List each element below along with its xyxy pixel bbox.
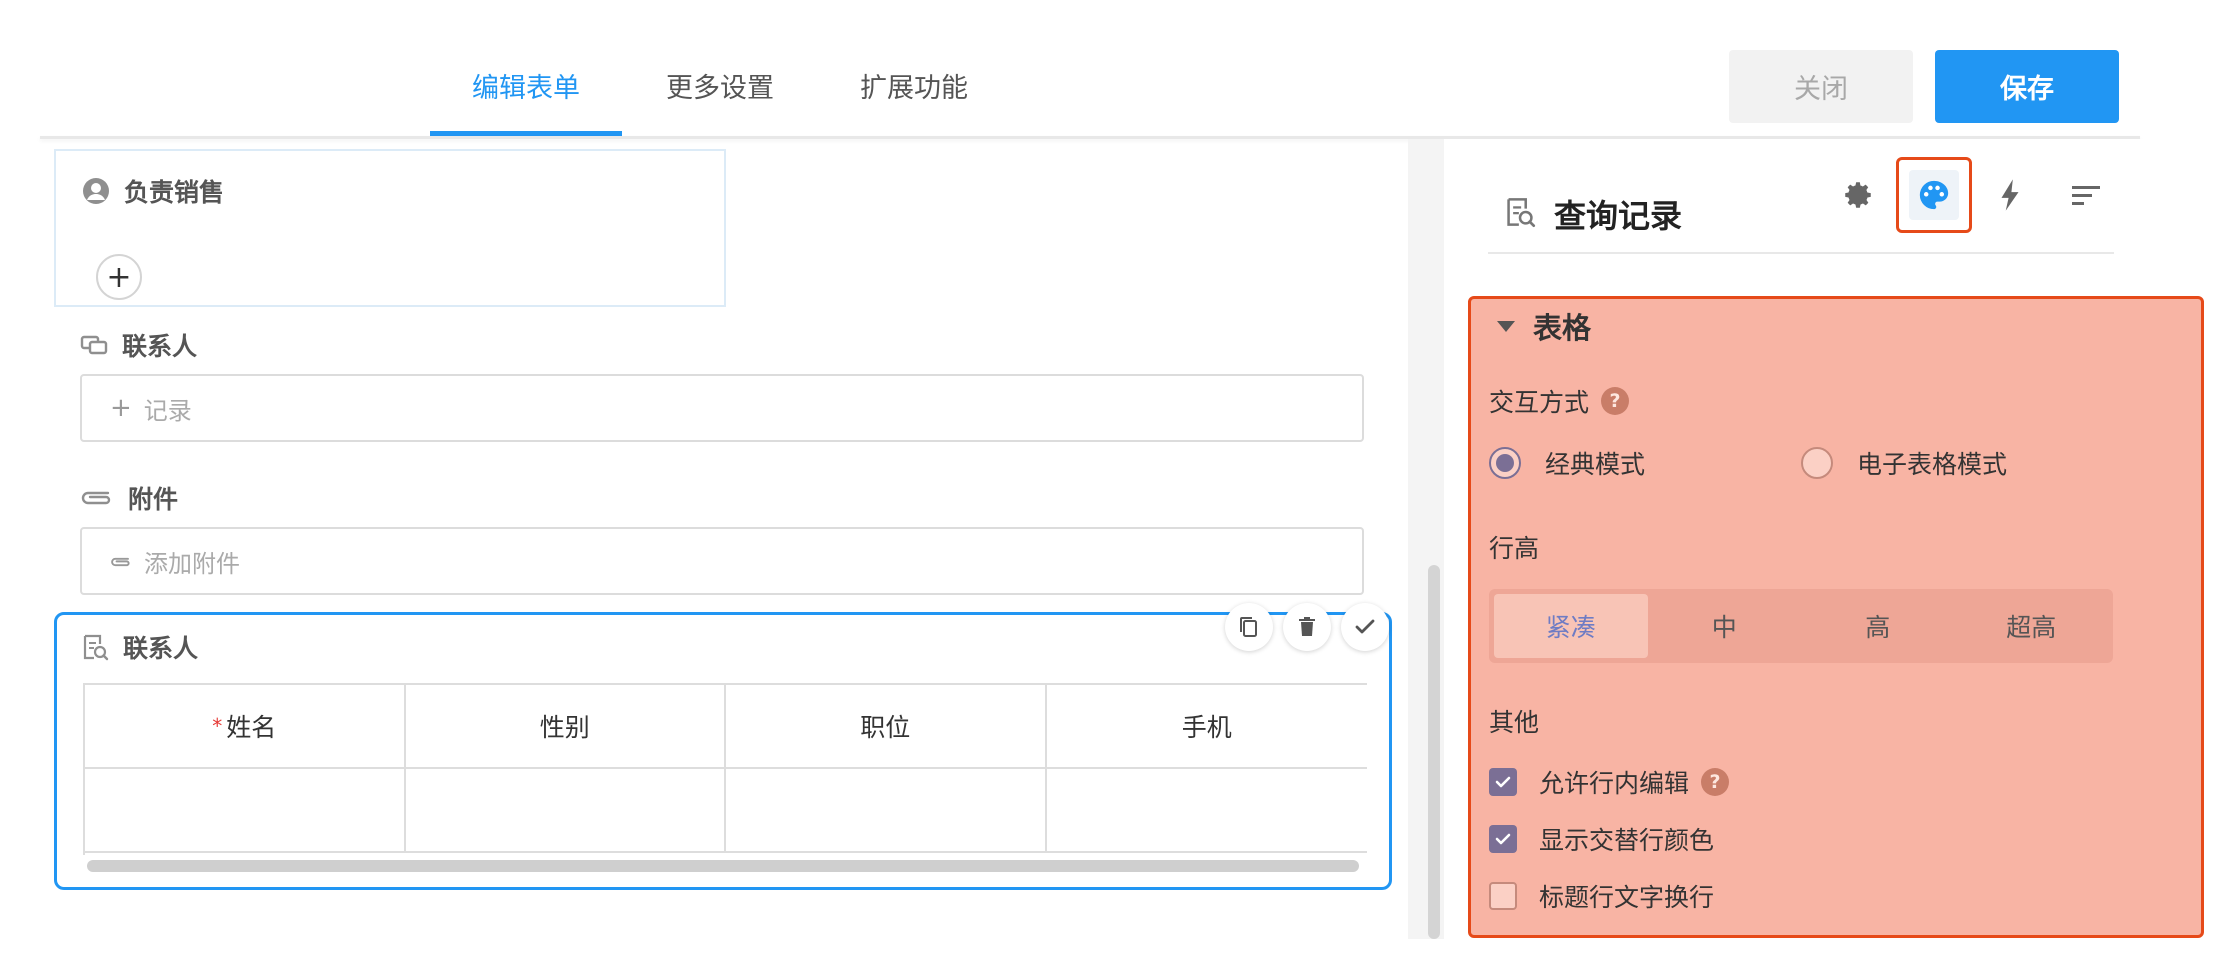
radio-dot bbox=[1801, 447, 1833, 479]
close-button[interactable]: 关闭 bbox=[1729, 50, 1913, 123]
form-canvas: 负责销售 + 联系人 + 记录 附件 添加附件 联系人 * 姓名 性别 职位 手… bbox=[40, 139, 1404, 939]
sales-owner-label: 负责销售 bbox=[124, 178, 225, 207]
row-height-extra-high[interactable]: 超高 bbox=[1955, 594, 2109, 658]
checkbox-header-text-wrap-label: 标题行文字换行 bbox=[1539, 883, 1715, 912]
attachment-input[interactable]: 添加附件 bbox=[80, 527, 1364, 595]
checkbox-inline-edit[interactable]: 允许行内编辑 ? bbox=[1489, 764, 1730, 800]
paperclip-small-icon bbox=[110, 546, 132, 576]
subtable-label-row: 联系人 bbox=[81, 629, 198, 665]
table-cell bbox=[406, 769, 726, 851]
table-row bbox=[85, 769, 1367, 853]
interaction-mode-label: 交互方式 bbox=[1489, 388, 1590, 417]
interaction-mode-label-row: 交互方式 ? bbox=[1489, 383, 1630, 419]
row-height-medium[interactable]: 中 bbox=[1648, 594, 1802, 658]
tab-more-settings[interactable]: 更多设置 bbox=[664, 44, 776, 136]
plus-icon: + bbox=[110, 393, 132, 423]
table-cell bbox=[85, 769, 406, 851]
panel-title: 查询记录 bbox=[1554, 197, 1683, 235]
table-settings-section: 表格 交互方式 ? 经典模式 电子表格模式 行高 紧凑 中 高 超高 其他 允许… bbox=[1468, 296, 2204, 938]
subtable-grid: * 姓名 性别 职位 手机 bbox=[83, 683, 1367, 855]
row-height-selector: 紧凑 中 高 超高 bbox=[1489, 589, 2113, 663]
row-height-high[interactable]: 高 bbox=[1801, 594, 1955, 658]
tab-edit-form[interactable]: 编辑表单 bbox=[430, 44, 622, 136]
sales-owner-label-row: 负责销售 bbox=[82, 173, 224, 209]
contact-label: 联系人 bbox=[122, 332, 198, 361]
checkbox-alternate-row-color-label: 显示交替行颜色 bbox=[1539, 826, 1715, 855]
attachment-placeholder: 添加附件 bbox=[144, 549, 240, 578]
other-label: 其他 bbox=[1489, 708, 1540, 737]
save-button[interactable]: 保存 bbox=[1935, 50, 2119, 123]
table-header-row: * 姓名 性别 职位 手机 bbox=[85, 685, 1367, 769]
radio-dot-checked bbox=[1489, 447, 1521, 479]
field-actions bbox=[1225, 603, 1389, 651]
relation-icon bbox=[80, 331, 108, 359]
palette-icon-bg bbox=[1909, 170, 1959, 220]
palette-icon[interactable] bbox=[1896, 157, 1972, 233]
contact-label-row: 联系人 bbox=[80, 327, 197, 363]
column-header-gender[interactable]: 性别 bbox=[406, 685, 726, 767]
radio-classic-label: 经典模式 bbox=[1545, 450, 1646, 479]
help-icon[interactable]: ? bbox=[1701, 768, 1730, 796]
user-icon bbox=[82, 177, 110, 205]
contact-record-input[interactable]: + 记录 bbox=[80, 374, 1364, 442]
tab-extensions[interactable]: 扩展功能 bbox=[858, 44, 970, 136]
checkbox-inline-edit-label: 允许行内编辑 bbox=[1539, 769, 1690, 798]
top-bar: 编辑表单 更多设置 扩展功能 关闭 保存 bbox=[0, 0, 2220, 139]
panel-divider bbox=[1488, 252, 2114, 254]
query-record-icon bbox=[1504, 196, 1536, 232]
gear-icon[interactable] bbox=[1820, 157, 1896, 233]
subtable-label: 联系人 bbox=[123, 634, 199, 663]
checkbox-checked bbox=[1489, 825, 1517, 853]
check-icon[interactable] bbox=[1341, 603, 1389, 651]
column-header-position[interactable]: 职位 bbox=[726, 685, 1047, 767]
add-member-button[interactable]: + bbox=[96, 254, 142, 300]
checkbox-checked bbox=[1489, 768, 1517, 796]
contact-record-placeholder: 记录 bbox=[143, 396, 192, 425]
query-record-icon bbox=[81, 633, 109, 661]
table-cell bbox=[726, 769, 1047, 851]
paperclip-icon bbox=[80, 484, 114, 512]
checkbox-header-text-wrap[interactable]: 标题行文字换行 bbox=[1489, 878, 1714, 914]
help-icon[interactable]: ? bbox=[1601, 387, 1630, 415]
sort-icon[interactable] bbox=[2048, 157, 2124, 233]
checkbox-alternate-row-color[interactable]: 显示交替行颜色 bbox=[1489, 821, 1714, 857]
vertical-scrollbar[interactable] bbox=[1428, 565, 1440, 939]
panel-toolbar bbox=[1820, 157, 2124, 233]
sales-owner-field[interactable]: 负责销售 + bbox=[54, 149, 726, 307]
horizontal-scrollbar[interactable] bbox=[87, 860, 1359, 872]
tab-bar: 编辑表单 更多设置 扩展功能 bbox=[430, 44, 1012, 136]
attachment-label-row: 附件 bbox=[80, 480, 178, 516]
attachment-label: 附件 bbox=[128, 485, 179, 514]
table-section-title: 表格 bbox=[1533, 311, 1592, 345]
radio-classic-mode[interactable]: 经典模式 bbox=[1489, 445, 1645, 481]
column-header-mobile[interactable]: 手机 bbox=[1047, 685, 1367, 767]
copy-icon[interactable] bbox=[1225, 603, 1273, 651]
caret-down-icon bbox=[1497, 320, 1515, 332]
interaction-mode-options: 经典模式 电子表格模式 bbox=[1489, 445, 2189, 485]
row-height-label: 行高 bbox=[1489, 534, 1540, 563]
column-header-name[interactable]: * 姓名 bbox=[85, 685, 406, 767]
required-mark: * bbox=[212, 714, 223, 738]
lightning-icon[interactable] bbox=[1972, 157, 2048, 233]
radio-spreadsheet-mode[interactable]: 电子表格模式 bbox=[1801, 445, 2007, 481]
checkbox-unchecked bbox=[1489, 882, 1517, 910]
contact-subtable[interactable]: 联系人 * 姓名 性别 职位 手机 bbox=[54, 603, 1392, 890]
table-section-header[interactable]: 表格 bbox=[1497, 305, 1591, 347]
delete-icon[interactable] bbox=[1283, 603, 1331, 651]
row-height-compact[interactable]: 紧凑 bbox=[1494, 594, 1648, 658]
radio-spreadsheet-label: 电子表格模式 bbox=[1857, 450, 2008, 479]
column-header-label: 姓名 bbox=[226, 713, 277, 742]
table-cell bbox=[1047, 769, 1367, 851]
